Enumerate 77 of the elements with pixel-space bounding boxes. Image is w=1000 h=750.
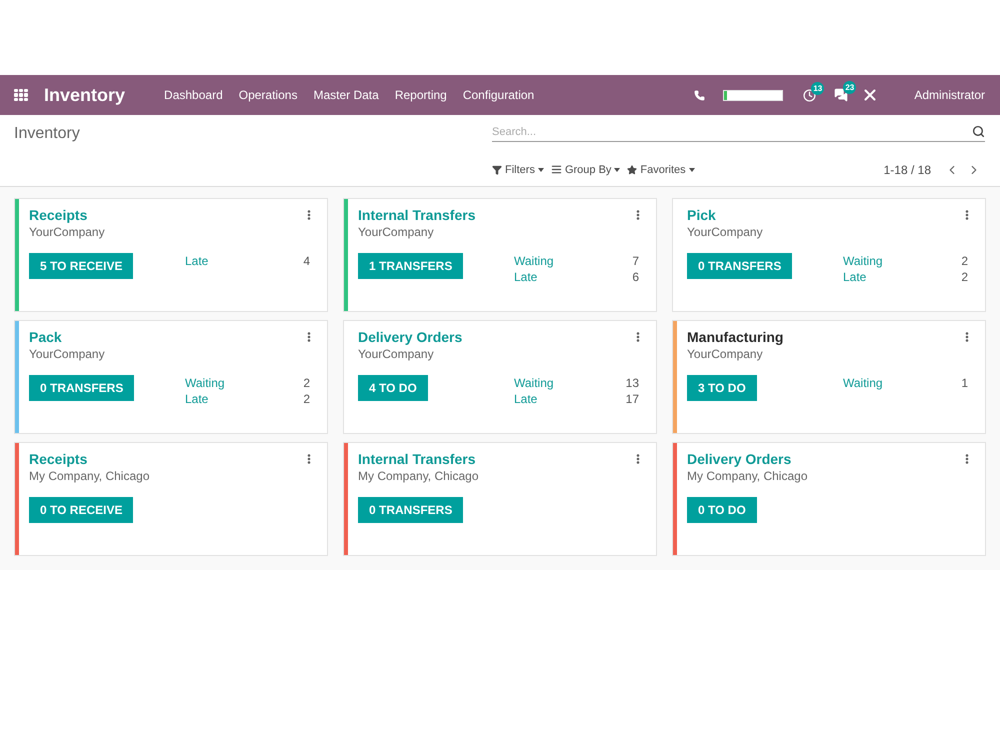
pager-value: 1-18 / 18 bbox=[884, 162, 931, 176]
user-menu[interactable]: Administrator bbox=[914, 88, 985, 102]
card-title[interactable]: Pick bbox=[687, 206, 716, 224]
stat-link[interactable]: Late bbox=[185, 253, 304, 269]
stat-value: 17 bbox=[626, 391, 639, 407]
company-name: YourCompany bbox=[687, 224, 764, 240]
company-name: My Company, Chicago bbox=[687, 468, 808, 484]
card-title[interactable]: Manufacturing bbox=[687, 328, 784, 346]
filter-dropdown-button[interactable]: Filters bbox=[492, 164, 544, 176]
stat-link[interactable]: Waiting bbox=[185, 375, 304, 391]
stat-value: 1 bbox=[961, 375, 968, 391]
card-title[interactable]: Delivery Orders bbox=[687, 450, 792, 468]
stat-link[interactable]: Late bbox=[185, 391, 304, 407]
filter-dropdown-button[interactable]: Favorites bbox=[627, 164, 695, 176]
card-title[interactable]: Receipts bbox=[29, 450, 88, 468]
stat-link[interactable]: Waiting bbox=[843, 375, 962, 391]
stat-value: 6 bbox=[632, 269, 639, 285]
action-button[interactable]: 3 TO DO bbox=[687, 375, 757, 401]
star-icon bbox=[627, 164, 638, 174]
search-icon bbox=[972, 125, 985, 138]
phone-button[interactable] bbox=[694, 90, 706, 100]
app-title: Inventory bbox=[44, 84, 126, 106]
phone-icon bbox=[694, 90, 706, 100]
stat-link[interactable]: Waiting bbox=[514, 375, 626, 391]
company-name: My Company, Chicago bbox=[29, 468, 150, 484]
activity-count-badge: 13 bbox=[811, 82, 824, 94]
tools-button[interactable] bbox=[864, 89, 876, 101]
menu-item[interactable]: Dashboard bbox=[156, 88, 231, 102]
stat-link[interactable]: Waiting bbox=[514, 253, 632, 269]
company-name: My Company, Chicago bbox=[358, 468, 480, 484]
funnel-icon bbox=[492, 164, 502, 174]
company-name: YourCompany bbox=[29, 224, 106, 240]
stat-link[interactable]: Late bbox=[514, 391, 626, 407]
breadcrumb: Inventory bbox=[14, 125, 80, 143]
action-button[interactable]: 1 TRANSFERS bbox=[358, 253, 464, 279]
messages-button[interactable]: 23 bbox=[834, 81, 856, 102]
activity-button[interactable]: 13 bbox=[803, 82, 824, 102]
menu-item[interactable]: Configuration bbox=[454, 88, 542, 102]
menu-item[interactable]: Master Data bbox=[305, 88, 387, 102]
card-title[interactable]: Delivery Orders bbox=[358, 328, 462, 346]
card-title[interactable]: Internal Transfers bbox=[358, 206, 476, 224]
stat-link[interactable]: Waiting bbox=[843, 253, 962, 269]
caret-icon bbox=[538, 168, 544, 172]
search-button[interactable] bbox=[972, 125, 985, 138]
action-button[interactable]: 4 TO DO bbox=[358, 375, 428, 401]
card-title[interactable]: Pack bbox=[29, 328, 62, 346]
list-icon bbox=[550, 164, 562, 175]
stat-value: 2 bbox=[961, 269, 968, 285]
stat-value: 2 bbox=[961, 253, 968, 269]
action-button[interactable]: 0 TRANSFERS bbox=[29, 375, 134, 401]
stat-value: 13 bbox=[626, 375, 639, 391]
menu-item[interactable]: Reporting bbox=[386, 88, 455, 102]
stat-value: 4 bbox=[303, 253, 310, 269]
messages-count-badge: 23 bbox=[843, 81, 856, 94]
company-name: YourCompany bbox=[687, 346, 764, 362]
filter-dropdown-button[interactable]: Group By bbox=[550, 164, 620, 176]
stat-value: 2 bbox=[303, 391, 310, 407]
company-name: YourCompany bbox=[358, 224, 435, 240]
search-field[interactable]: Search... bbox=[492, 122, 985, 142]
stat-link[interactable]: Late bbox=[514, 269, 632, 285]
action-button[interactable]: 0 TRANSFERS bbox=[358, 497, 464, 523]
stat-value: 2 bbox=[303, 375, 310, 391]
action-button[interactable]: 0 TRANSFERS bbox=[687, 253, 792, 279]
stat-value: 7 bbox=[632, 253, 639, 269]
caret-icon bbox=[614, 168, 620, 172]
stat-link[interactable]: Late bbox=[843, 269, 962, 285]
company-name: YourCompany bbox=[358, 346, 435, 362]
caret-icon bbox=[688, 168, 695, 172]
action-button[interactable]: 0 TO RECEIVE bbox=[29, 497, 134, 523]
menu-item[interactable]: Operations bbox=[230, 88, 306, 102]
x-mark-icon bbox=[864, 89, 876, 101]
action-button[interactable]: 0 TO DO bbox=[687, 497, 757, 523]
company-name: YourCompany bbox=[29, 346, 106, 362]
card-title[interactable]: Receipts bbox=[29, 206, 88, 224]
card-title[interactable]: Internal Transfers bbox=[358, 450, 476, 468]
apps-grid-icon[interactable] bbox=[14, 88, 29, 102]
action-button[interactable]: 5 TO RECEIVE bbox=[29, 253, 134, 279]
